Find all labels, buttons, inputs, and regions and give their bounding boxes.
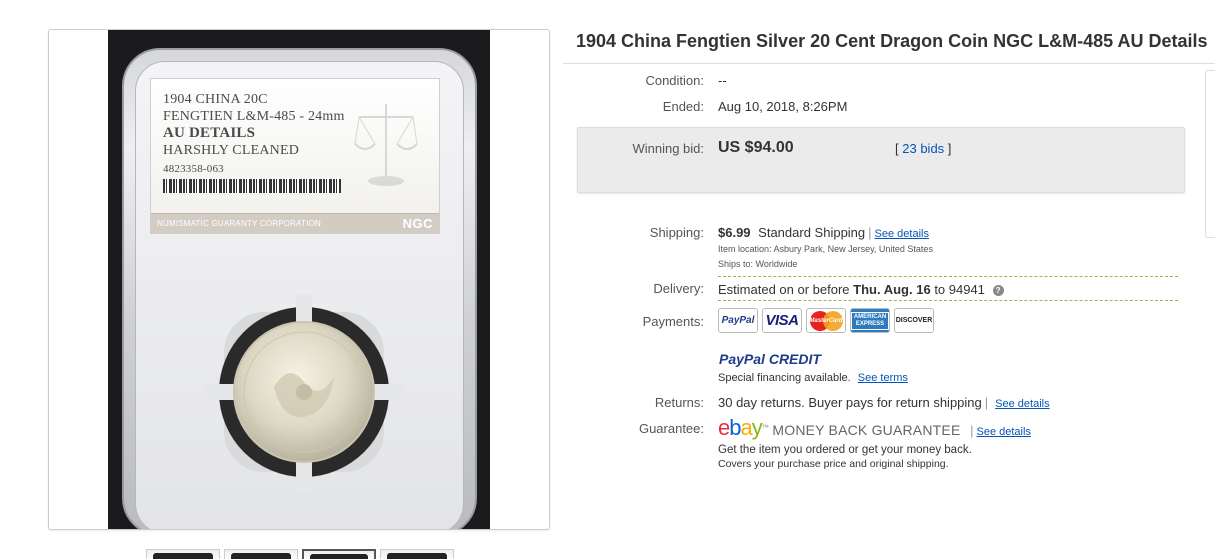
bid-bracket-open: [ bbox=[895, 141, 899, 156]
item-location-label: Item location: bbox=[718, 244, 772, 254]
slab-inner: 1904 CHINA 20C FENGTIEN L&M-485 - 24mm A… bbox=[135, 61, 464, 529]
mastercard-icon: MasterCard bbox=[806, 308, 846, 333]
thumbnail[interactable] bbox=[224, 549, 298, 559]
discover-icon: DISCOVER bbox=[894, 308, 934, 333]
item-photo[interactable]: 1904 CHINA 20C FENGTIEN L&M-485 - 24mm A… bbox=[108, 30, 490, 529]
scales-watermark-icon bbox=[354, 104, 418, 186]
barcode bbox=[163, 179, 341, 193]
ships-to-label: Ships to: bbox=[718, 259, 754, 269]
coin-slab: 1904 CHINA 20C FENGTIEN L&M-485 - 24mm A… bbox=[122, 48, 477, 529]
coin-image bbox=[206, 294, 402, 490]
shipping-see-details-link[interactable]: See details bbox=[875, 228, 929, 240]
delivery-zip: to 94941 bbox=[934, 282, 985, 297]
returns-see-details-link[interactable]: See details bbox=[995, 398, 1049, 410]
condition-value: -- bbox=[718, 73, 727, 88]
item-location-value: Asbury Park, New Jersey, United States bbox=[773, 244, 933, 254]
shipping-value: $6.99 Standard Shipping | See details bbox=[718, 225, 929, 240]
financing-text: Special financing available. bbox=[718, 372, 851, 384]
ended-value: Aug 10, 2018, 8:26PM bbox=[718, 99, 848, 114]
paypal-badge-text: PayPal bbox=[721, 315, 755, 326]
title-divider bbox=[563, 63, 1215, 64]
returns-value: 30 day returns. Buyer pays for return sh… bbox=[718, 395, 1050, 410]
payments-label: Payments: bbox=[642, 314, 704, 329]
guarantee-label: Guarantee: bbox=[638, 421, 704, 436]
paypal-icon: PayPal bbox=[718, 308, 758, 333]
delivery-prefix: Estimated on or before bbox=[718, 282, 850, 297]
delivery-value: Estimated on or before Thu. Aug. 16 to 9… bbox=[718, 282, 1004, 297]
financing-row: Special financing available. See terms bbox=[718, 372, 908, 384]
thumbnail-selected[interactable] bbox=[302, 549, 376, 559]
winning-bid-value: US $94.00 bbox=[718, 139, 794, 156]
returns-label: Returns: bbox=[654, 395, 704, 410]
item-location: Item location: Asbury Park, New Jersey, … bbox=[718, 244, 933, 254]
ebay-logo-icon: ebay bbox=[718, 415, 763, 440]
paypal-credit-word: PayPal bbox=[719, 351, 765, 367]
ships-to-value: Worldwide bbox=[755, 259, 798, 269]
guarantee-value: ebay™ MONEY BACK GUARANTEE | See details bbox=[718, 415, 1031, 440]
winning-bid-box bbox=[577, 127, 1185, 193]
help-icon[interactable]: ? bbox=[992, 285, 1004, 297]
shipping-cost: $6.99 bbox=[718, 225, 751, 240]
bid-bracket-close: ] bbox=[947, 141, 952, 156]
delivery-label: Delivery: bbox=[653, 281, 704, 296]
listing-title: 1904 China Fengtien Silver 20 Cent Drago… bbox=[576, 31, 1208, 51]
returns-text: 30 day returns. Buyer pays for return sh… bbox=[718, 395, 982, 410]
main-image-frame[interactable]: 1904 CHINA 20C FENGTIEN L&M-485 - 24mm A… bbox=[48, 29, 550, 530]
guarantee-line-2: Covers your purchase price and original … bbox=[718, 458, 949, 470]
mastercard-badge-text: MasterCard bbox=[809, 317, 843, 324]
ended-date: Aug 10, 2018 bbox=[718, 99, 796, 114]
ships-to: Ships to: Worldwide bbox=[718, 259, 797, 269]
money-back-guarantee: MONEY BACK GUARANTEE bbox=[772, 422, 961, 438]
bid-count: [ 23 bids ] bbox=[895, 141, 951, 156]
see-terms-link[interactable]: See terms bbox=[858, 372, 908, 384]
visa-icon: VISA bbox=[762, 308, 802, 333]
shipping-method: Standard Shipping bbox=[758, 225, 866, 240]
side-panel-edge bbox=[1205, 70, 1215, 238]
delivery-divider-top bbox=[718, 276, 1178, 277]
condition-label: Condition: bbox=[645, 73, 704, 88]
ngc-logo: NGC bbox=[402, 216, 433, 231]
shipping-label: Shipping: bbox=[649, 225, 704, 240]
ngc-corporation: NUMISMATIC GUARANTY CORPORATION bbox=[157, 219, 321, 228]
paypal-credit-logo: PayPal CREDIT bbox=[719, 351, 821, 367]
guarantee-see-details-link[interactable]: See details bbox=[977, 426, 1031, 438]
amex-badge-text: AMERICAN EXPRESS bbox=[851, 311, 889, 330]
amex-icon: AMERICAN EXPRESS bbox=[850, 308, 890, 333]
visa-badge-text: VISA bbox=[765, 312, 799, 329]
ngc-footer: NUMISMATIC GUARANTY CORPORATION NGC bbox=[151, 213, 439, 233]
thumbnail[interactable] bbox=[146, 549, 220, 559]
thumbnail-strip bbox=[146, 549, 454, 559]
ended-label: Ended: bbox=[662, 99, 704, 114]
payment-methods: PayPal VISA MasterCard AMERICAN EXPRESS … bbox=[718, 308, 934, 333]
guarantee-line-1: Get the item you ordered or get your mon… bbox=[718, 444, 972, 456]
thumbnail[interactable] bbox=[380, 549, 454, 559]
bid-history-link[interactable]: 23 bids bbox=[902, 141, 944, 156]
slab-cert-label: 1904 CHINA 20C FENGTIEN L&M-485 - 24mm A… bbox=[150, 78, 440, 234]
ended-time: 8:26PM bbox=[802, 99, 848, 114]
delivery-date: Thu. Aug. 16 bbox=[853, 282, 931, 297]
credit-word: CREDIT bbox=[768, 351, 821, 367]
delivery-divider-bottom bbox=[718, 300, 1178, 301]
discover-badge-text: DISCOVER bbox=[895, 317, 933, 324]
winning-bid-label: Winning bid: bbox=[632, 141, 704, 156]
